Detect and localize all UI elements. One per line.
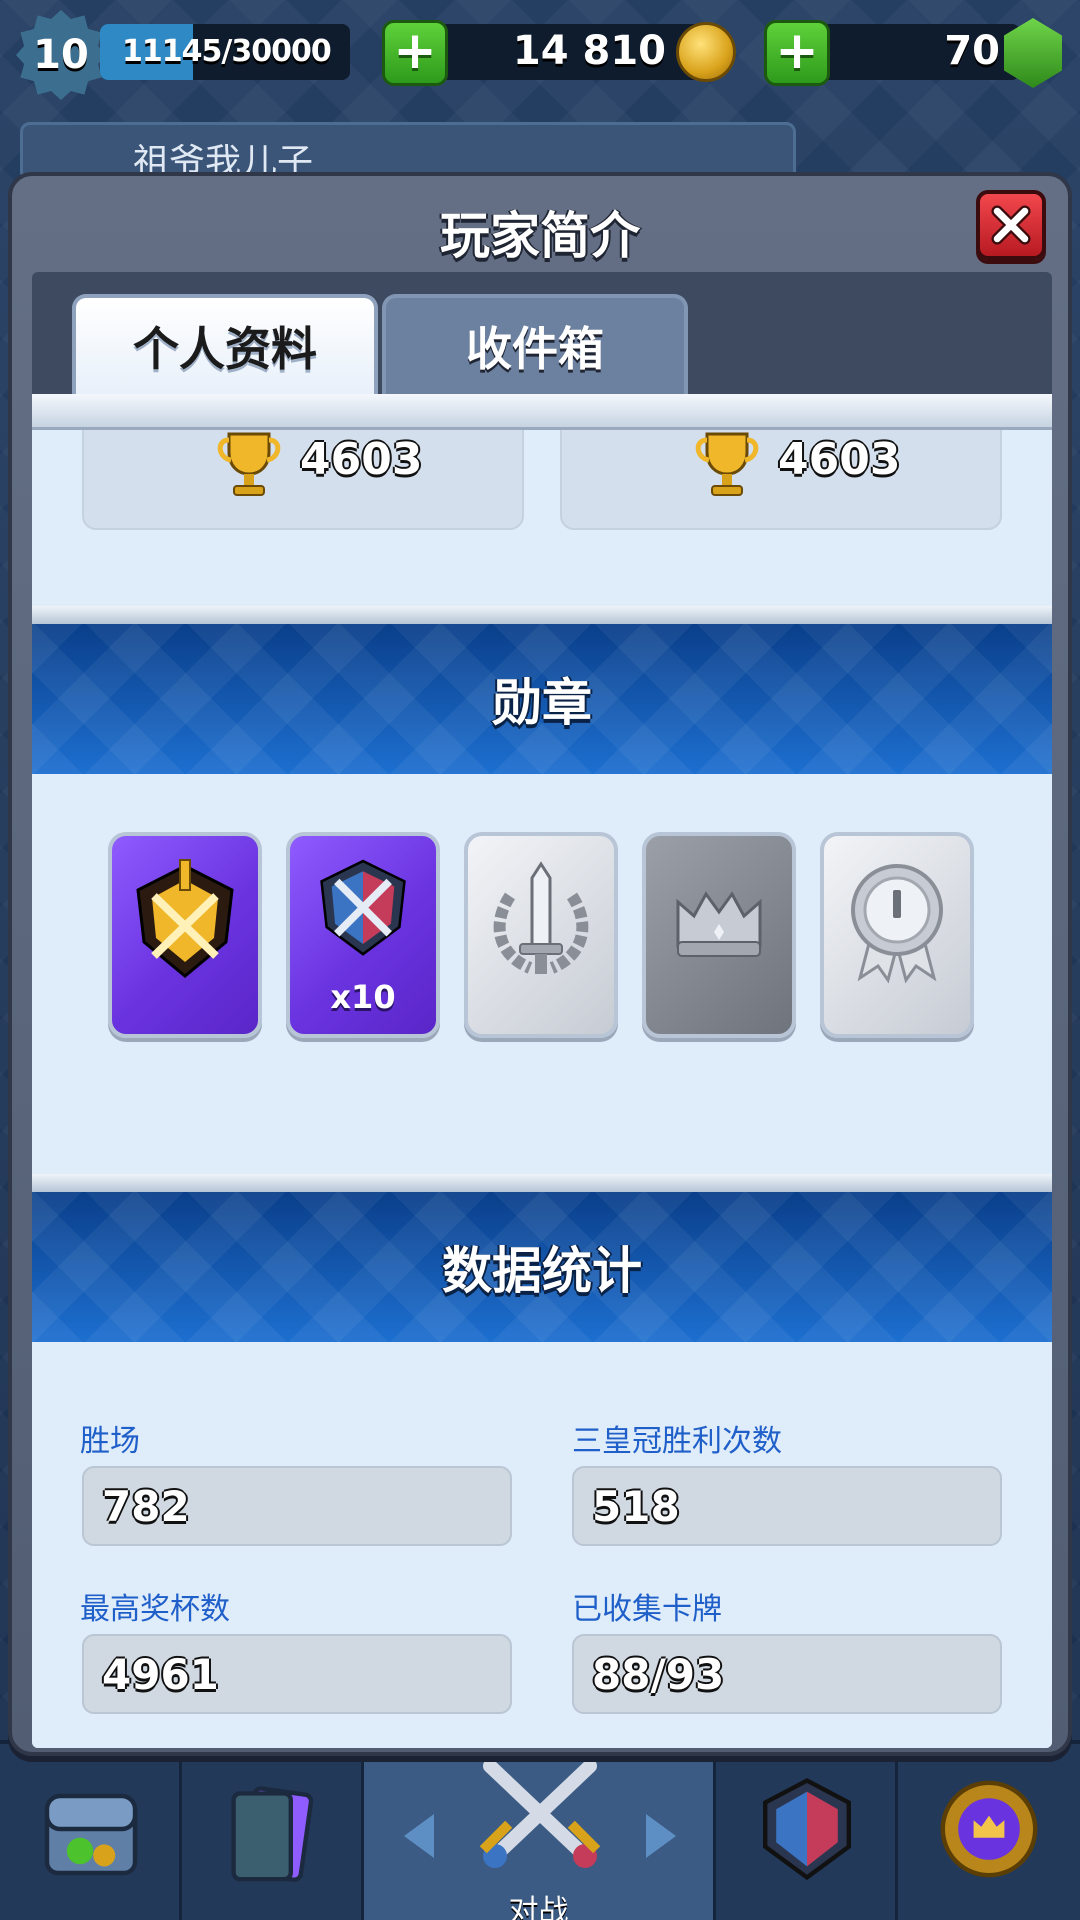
badge-item[interactable] <box>642 832 796 1038</box>
arrow-left-icon[interactable] <box>404 1814 434 1858</box>
tab-inbox[interactable]: 收件箱 <box>382 294 688 394</box>
nav-battle-label: 对战 <box>508 1894 569 1920</box>
section-divider <box>32 1174 1052 1192</box>
close-icon <box>991 205 1031 245</box>
add-gold-button[interactable]: + <box>382 20 448 86</box>
stats-section-header: 数据统计 <box>32 1192 1052 1342</box>
stat-value-highest-trophies: 4961 <box>102 1650 219 1699</box>
badges-section-title: 勋章 <box>492 674 592 732</box>
crossed-swords-shield-icon <box>320 859 406 956</box>
nav-battle[interactable]: 对战 <box>364 1744 716 1920</box>
profile-content-scroll[interactable]: 4603 4603 勋章 x10 数据统计 胜场 782 三皇冠胜利次数 518… <box>32 394 1052 1748</box>
tab-profile[interactable]: 个人资料 <box>72 294 378 394</box>
badge-multiplier: x10 <box>330 978 396 1016</box>
gem-value: 70 <box>944 28 1000 74</box>
tab-profile-label: 个人资料 <box>133 322 317 376</box>
crossed-swords-icon <box>479 1759 601 1868</box>
stat-box-cards-found: 88/93 <box>572 1634 1002 1714</box>
close-button[interactable] <box>976 190 1046 260</box>
badge-item[interactable] <box>108 832 262 1038</box>
clan-shield-icon <box>763 1778 851 1881</box>
stats-grid: 胜场 782 三皇冠胜利次数 518 最高奖杯数 4961 已收集卡牌 88/9… <box>32 1342 1052 1748</box>
modal-title: 玩家简介 <box>440 207 640 265</box>
badge-item[interactable]: x10 <box>286 832 440 1038</box>
badges-section-header: 勋章 <box>32 624 1052 774</box>
trophy-icon <box>217 432 281 496</box>
level-value: 10 <box>33 32 89 78</box>
stat-value-three-crown-wins: 518 <box>592 1482 680 1531</box>
stat-value-wins: 782 <box>102 1482 190 1531</box>
trophy-icon <box>695 432 759 496</box>
xp-progress-bar[interactable]: 11145/30000 <box>100 24 350 80</box>
arrow-right-icon[interactable] <box>646 1814 676 1858</box>
xp-text: 11145/30000 <box>122 34 332 69</box>
add-gems-button[interactable]: + <box>764 20 830 86</box>
nav-cards[interactable] <box>182 1744 364 1920</box>
stat-label-highest-trophies: 最高奖杯数 <box>80 1592 230 1627</box>
best-trophies-card: 4603 <box>560 414 1002 530</box>
modal-panel: 个人资料 收件箱 4603 4603 勋章 x10 数据统计 胜场 782 三皇… <box>32 272 1052 1748</box>
current-trophies-card: 4603 <box>82 414 524 530</box>
gold-coin-icon <box>676 22 736 82</box>
stat-label-wins: 胜场 <box>80 1424 140 1459</box>
stat-box-highest-trophies: 4961 <box>82 1634 512 1714</box>
cards-icon <box>231 1786 314 1882</box>
stat-box-wins: 782 <box>82 1466 512 1546</box>
best-trophies-value: 4603 <box>778 434 901 485</box>
scroll-top-rim <box>32 394 1052 430</box>
badge-item[interactable] <box>820 832 974 1038</box>
current-trophies-value: 4603 <box>300 434 423 485</box>
laurel-crown-icon <box>940 1780 1038 1878</box>
sword-laurel-icon <box>493 861 589 974</box>
nav-events[interactable] <box>898 1744 1080 1920</box>
level-badge[interactable]: 10 <box>16 10 106 100</box>
nav-clan[interactable] <box>716 1744 898 1920</box>
stat-label-three-crown-wins: 三皇冠胜利次数 <box>572 1424 782 1459</box>
gold-value: 14 810 <box>512 28 666 74</box>
medal-icon <box>851 864 943 984</box>
golden-swords-shield-icon <box>136 859 234 978</box>
player-profile-modal: 玩家简介 个人资料 收件箱 4603 4603 勋章 x10 数据统计 胜场 7… <box>8 172 1072 1756</box>
crown-icon <box>676 891 762 957</box>
nav-shop[interactable] <box>0 1744 182 1920</box>
stats-section-title: 数据统计 <box>442 1242 642 1300</box>
bottom-navigation: 对战 <box>0 1740 1080 1920</box>
chest-icon <box>44 1793 138 1876</box>
stat-label-cards-found: 已收集卡牌 <box>572 1592 722 1627</box>
section-divider <box>32 606 1052 624</box>
stat-value-cards-found: 88/93 <box>592 1650 725 1699</box>
badges-list: x10 <box>32 774 1052 1174</box>
stat-box-three-crown-wins: 518 <box>572 1466 1002 1546</box>
top-resource-bar: 10 11145/30000 + 14 810 + 70 <box>0 0 1080 110</box>
badge-item[interactable] <box>464 832 618 1038</box>
tab-inbox-label: 收件箱 <box>466 322 604 376</box>
